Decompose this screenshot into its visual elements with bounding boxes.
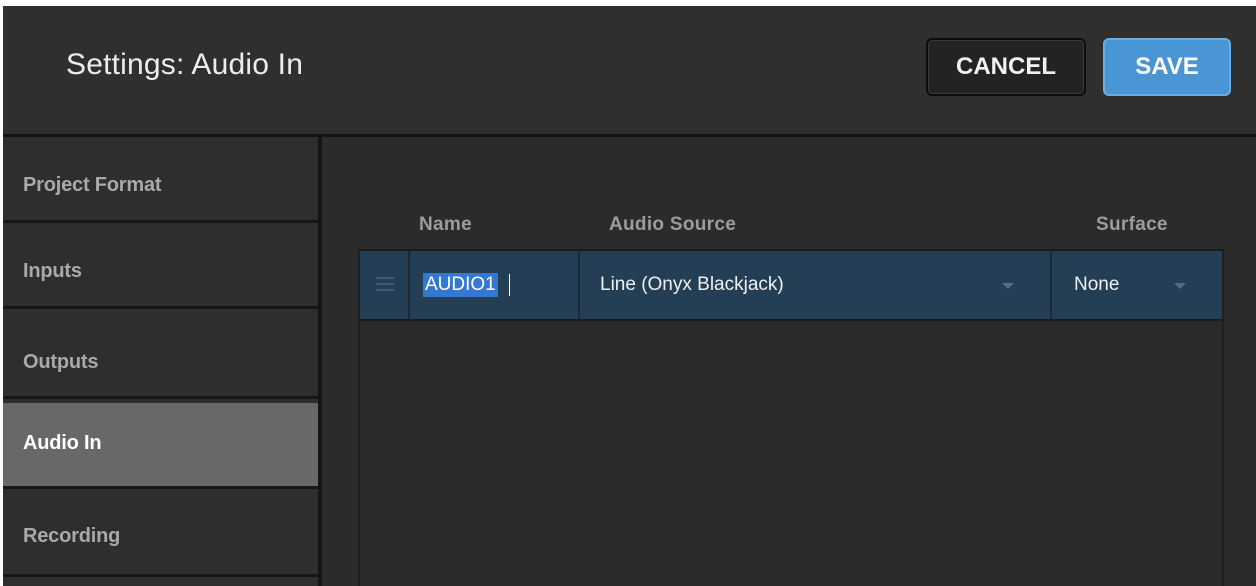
table-empty-area	[360, 321, 1222, 586]
audio-name-value: AUDIO1	[425, 274, 496, 295]
sidebar-item-label: Project Format	[23, 174, 162, 196]
column-header-surface: Surface	[1096, 214, 1168, 235]
page-title: Settings: Audio In	[66, 48, 304, 81]
sidebar-item-audio-in[interactable]: Audio In	[3, 403, 318, 489]
surface-select[interactable]: None	[1052, 251, 1222, 319]
row-drag-cell[interactable]	[360, 251, 410, 319]
drag-handle-icon[interactable]	[376, 277, 394, 291]
settings-sidebar: Project Format Inputs Outputs Audio In R…	[3, 137, 318, 586]
column-header-audio-source: Audio Source	[609, 214, 737, 235]
column-header-name: Name	[419, 214, 472, 235]
settings-header: Settings: Audio In CANCEL SAVE	[3, 6, 1256, 137]
audio-name-cell[interactable]: AUDIO1	[410, 251, 580, 319]
save-button[interactable]: SAVE	[1103, 38, 1231, 96]
audio-input-table: AUDIO1 Line (Onyx Blackjack) None	[358, 249, 1224, 586]
sidebar-item-project-format[interactable]: Project Format	[3, 137, 318, 223]
chevron-down-icon[interactable]	[1002, 283, 1014, 289]
audio-source-select[interactable]: Line (Onyx Blackjack)	[580, 251, 1052, 319]
sidebar-item-label: Outputs	[23, 351, 99, 373]
chevron-down-icon[interactable]	[1174, 283, 1186, 289]
audio-in-panel: Name Audio Source Surface AUDIO1 Line (O…	[322, 137, 1256, 586]
sidebar-item-label: Audio In	[23, 432, 102, 454]
settings-window: Settings: Audio In CANCEL SAVE Project F…	[3, 6, 1256, 586]
sidebar-item-label: Recording	[23, 525, 121, 547]
sidebar-item-label: Inputs	[23, 260, 82, 282]
cancel-button[interactable]: CANCEL	[926, 38, 1086, 96]
audio-source-value: Line (Onyx Blackjack)	[600, 274, 784, 295]
table-row[interactable]: AUDIO1 Line (Onyx Blackjack) None	[360, 249, 1222, 321]
surface-value: None	[1074, 274, 1120, 295]
sidebar-item-inputs[interactable]: Inputs	[3, 223, 318, 309]
text-cursor	[509, 274, 510, 296]
audio-name-input[interactable]: AUDIO1	[423, 273, 498, 297]
sidebar-item-outputs[interactable]: Outputs	[3, 313, 318, 399]
sidebar-item-recording[interactable]: Recording	[3, 491, 318, 577]
